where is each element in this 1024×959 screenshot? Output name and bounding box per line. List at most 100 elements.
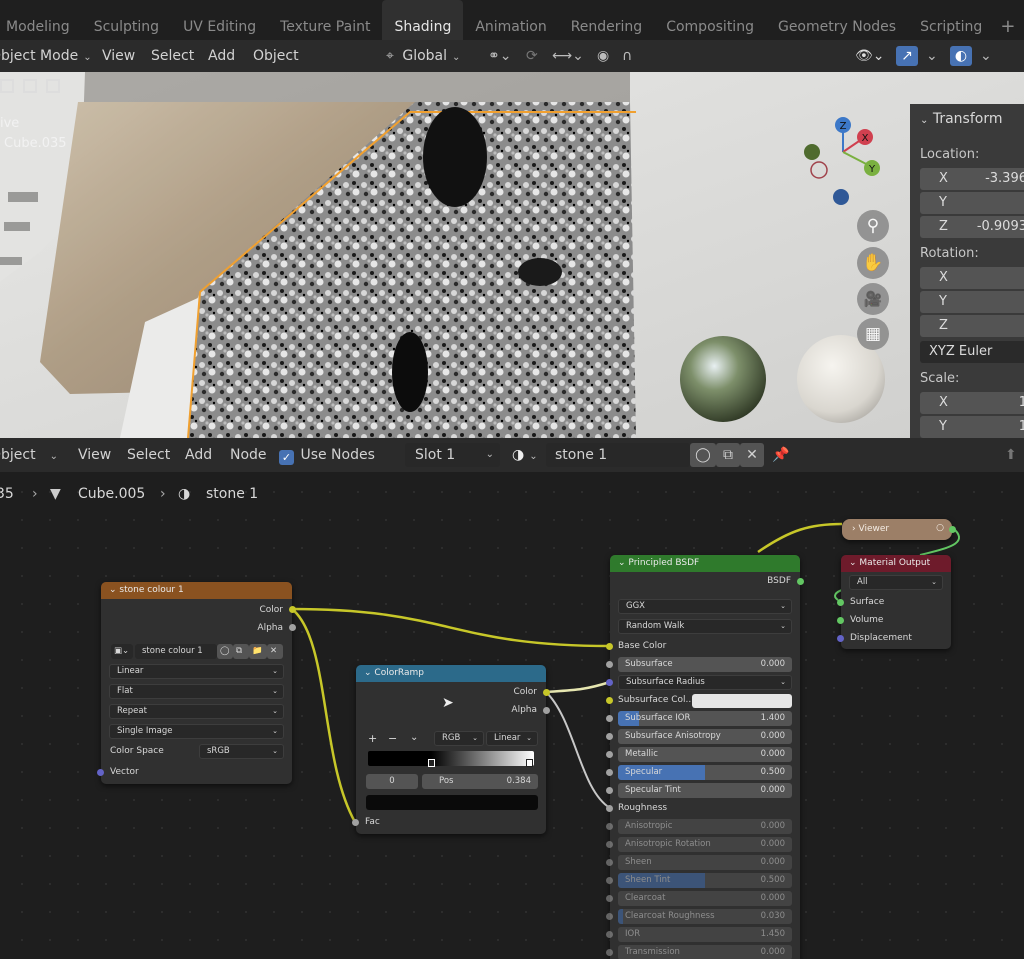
input-anisotropic-field[interactable]: Anisotropic 0.000 xyxy=(618,819,792,834)
dropdown-value: Linear xyxy=(494,733,521,743)
field-value: 1.450 xyxy=(760,929,785,939)
input-sheen-field[interactable]: Sheen 0.000 xyxy=(618,855,792,870)
fake-user-shield-icon[interactable]: ◯ xyxy=(217,644,233,659)
source-dropdown[interactable]: Single Image ⌄ xyxy=(109,724,284,739)
input-base-color-label: Base Color xyxy=(618,641,667,651)
duplicate-image-icon[interactable]: ⧉ xyxy=(233,644,249,659)
input-anisotropic-rotation-field[interactable]: Anisotropic Rotation 0.000 xyxy=(618,837,792,852)
subsurface-color-swatch[interactable] xyxy=(692,694,792,708)
field-value: 0.000 xyxy=(760,785,785,795)
field-value: 0.000 xyxy=(760,749,785,759)
input-anisotropic-rotation-socket[interactable] xyxy=(606,841,613,848)
projection-dropdown[interactable]: Flat ⌄ xyxy=(109,684,284,699)
input-transmission-field[interactable]: Transmission 0.000 xyxy=(618,945,792,959)
input-clearcoat-socket[interactable] xyxy=(606,895,613,902)
ramp-stop-white[interactable] xyxy=(526,759,533,767)
colorramp-node-header[interactable]: ⌄ ColorRamp xyxy=(356,665,546,682)
field-label: Anisotropic Rotation xyxy=(625,839,711,849)
add-stop-button[interactable]: + xyxy=(368,732,377,745)
field-value: 1.400 xyxy=(760,713,785,723)
color-ramp-gradient[interactable] xyxy=(368,751,534,766)
input-sheen-tint-socket[interactable] xyxy=(606,877,613,884)
input-subsurface-radius-socket[interactable] xyxy=(606,679,613,686)
interpolation-dropdown[interactable]: Linear ⌄ xyxy=(109,664,284,679)
viewer-output-socket[interactable] xyxy=(949,526,956,533)
input-base-color-socket[interactable] xyxy=(606,643,613,650)
input-ior-socket[interactable] xyxy=(606,931,613,938)
unlink-image-icon[interactable]: ✕ xyxy=(267,644,283,659)
colorramp-node[interactable]: ⌄ ColorRamp Color Alpha ➤ + − ⌄ RGB ⌄ Lin… xyxy=(352,665,550,834)
output-alpha-socket[interactable] xyxy=(543,707,550,714)
image-texture-node[interactable]: ⌄ stone colour 1 Color Alpha ▣⌄ stone co… xyxy=(97,582,296,784)
input-subsurface-ior-socket[interactable] xyxy=(606,715,613,722)
input-clearcoat-roughness-socket[interactable] xyxy=(606,913,613,920)
input-subsurface-anisotropy-socket[interactable] xyxy=(606,733,613,740)
field-label: Sheen Tint xyxy=(625,875,671,885)
input-subsurface-radius-dropdown[interactable]: Subsurface Radius ⌄ xyxy=(618,675,792,690)
input-clearcoat-roughness-field[interactable]: Clearcoat Roughness 0.030 xyxy=(618,909,792,924)
open-folder-icon[interactable]: 📁 xyxy=(249,644,267,659)
input-roughness-socket[interactable] xyxy=(606,805,613,812)
image-browse-icon[interactable]: ▣⌄ xyxy=(111,644,133,659)
viewer-node[interactable]: › Viewer ○ xyxy=(842,519,956,540)
stop-index-field[interactable]: 0 xyxy=(366,774,418,789)
chevron-down-icon: ⌄ xyxy=(780,602,786,610)
input-subsurface-anisotropy-field[interactable]: Subsurface Anisotropy 0.000 xyxy=(618,729,792,744)
extension-dropdown[interactable]: Repeat ⌄ xyxy=(109,704,284,719)
input-subsurface-col-label: Subsurface Col... xyxy=(618,695,695,705)
subsurface-method-dropdown[interactable]: Random Walk ⌄ xyxy=(618,619,792,634)
input-specular-tint-socket[interactable] xyxy=(606,787,613,794)
ramp-interpolation-dropdown[interactable]: Linear ⌄ xyxy=(486,731,538,746)
input-vector-label: Vector xyxy=(110,767,139,777)
principled-bsdf-node[interactable]: ⌄ Principled BSDF BSDF GGX ⌄ Random Walk ⌄… xyxy=(606,555,804,959)
distribution-dropdown[interactable]: GGX ⌄ xyxy=(618,599,792,614)
input-specular-tint-field[interactable]: Specular Tint 0.000 xyxy=(618,783,792,798)
output-color-socket[interactable] xyxy=(289,606,296,613)
material-output-node[interactable]: ⌄ Material Output All ⌄ Surface Volume Di… xyxy=(837,555,951,649)
viewer-node-header[interactable]: › Viewer xyxy=(852,524,889,534)
chevron-down-icon: ⌄ xyxy=(931,578,937,586)
dropdown-value: Single Image xyxy=(117,726,173,736)
node-title: Material Output xyxy=(859,558,931,568)
input-subsurface-ior-field[interactable]: Subsurface IOR 1.400 xyxy=(618,711,792,726)
input-volume-socket[interactable] xyxy=(837,617,844,624)
dropdown-value: Flat xyxy=(117,686,133,696)
chevron-down-icon: ⌄ xyxy=(780,678,786,686)
principled-bsdf-node-header[interactable]: ⌄ Principled BSDF xyxy=(610,555,800,572)
stop-color-swatch[interactable] xyxy=(366,795,538,810)
input-specular-field[interactable]: Specular 0.500 xyxy=(618,765,792,780)
stop-position-field[interactable]: Pos 0.384 xyxy=(422,774,538,789)
color-space-dropdown[interactable]: sRGB ⌄ xyxy=(199,744,284,759)
output-color-socket[interactable] xyxy=(543,689,550,696)
color-mode-dropdown[interactable]: RGB ⌄ xyxy=(434,731,484,746)
remove-stop-button[interactable]: − xyxy=(388,732,397,745)
input-fac-socket[interactable] xyxy=(352,819,359,826)
input-anisotropic-socket[interactable] xyxy=(606,823,613,830)
input-displacement-socket[interactable] xyxy=(837,635,844,642)
input-ior-field[interactable]: IOR 1.450 xyxy=(618,927,792,942)
input-subsurface-socket[interactable] xyxy=(606,661,613,668)
field-value: 0.000 xyxy=(760,659,785,669)
input-metallic-socket[interactable] xyxy=(606,751,613,758)
ramp-stop-black[interactable] xyxy=(428,759,435,767)
output-alpha-socket[interactable] xyxy=(289,624,296,631)
input-specular-socket[interactable] xyxy=(606,769,613,776)
image-texture-node-header[interactable]: ⌄ stone colour 1 xyxy=(101,582,292,599)
input-vector-socket[interactable] xyxy=(97,769,104,776)
input-transmission-socket[interactable] xyxy=(606,949,613,956)
output-bsdf-socket[interactable] xyxy=(797,578,804,585)
input-subsurface-field[interactable]: Subsurface 0.000 xyxy=(618,657,792,672)
input-sheen-socket[interactable] xyxy=(606,859,613,866)
output-target-dropdown[interactable]: All ⌄ xyxy=(849,575,943,590)
input-sheen-tint-field[interactable]: Sheen Tint 0.500 xyxy=(618,873,792,888)
image-name-field[interactable]: stone colour 1 xyxy=(135,644,217,659)
chevron-down-icon[interactable]: ⌄ xyxy=(410,732,418,743)
link-ramp-to-roughness xyxy=(545,691,611,809)
input-metallic-field[interactable]: Metallic 0.000 xyxy=(618,747,792,762)
input-clearcoat-field[interactable]: Clearcoat 0.000 xyxy=(618,891,792,906)
chevron-down-icon: ⌄ xyxy=(272,747,278,755)
input-surface-socket[interactable] xyxy=(837,599,844,606)
input-subsurface-col-socket[interactable] xyxy=(606,697,613,704)
viewer-toggle-icon[interactable]: ○ xyxy=(936,523,944,533)
material-output-node-header[interactable]: ⌄ Material Output xyxy=(841,555,951,572)
